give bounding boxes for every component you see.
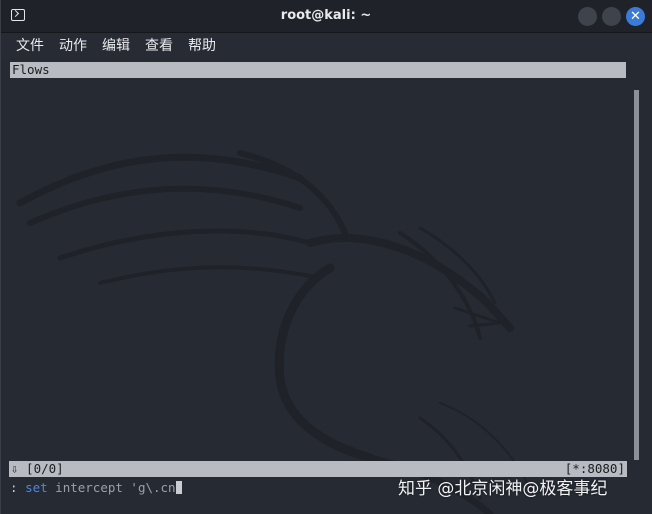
flow-count-status: ⇩ [0/0] [11,461,64,476]
window-border [0,0,1,514]
minimize-button[interactable] [578,7,597,26]
menu-item-edit[interactable]: 编辑 [102,35,130,55]
close-icon: ✕ [630,9,641,24]
command-prompt: : [10,480,26,495]
command-arguments: intercept 'g\.cn [47,480,176,495]
maximize-button[interactable] [602,7,621,26]
command-line[interactable]: : set intercept 'g\.cn [10,479,182,496]
menu-item-file[interactable]: 文件 [16,35,44,55]
text-cursor [175,481,182,494]
kali-dragon-watermark-icon [16,150,531,514]
command-keyword: set [25,480,48,495]
terminal-area[interactable]: Flows ⇩ [0/0] [*:8080] : set intercept '… [0,58,652,514]
flows-header: Flows [10,62,626,78]
menu-item-help[interactable]: 帮助 [188,35,216,55]
title-bar: root@kali: ~ ✕ [0,0,652,33]
close-button[interactable]: ✕ [626,7,645,26]
menu-bar: 文件 动作 编辑 查看 帮助 [0,33,652,57]
terminal-window: root@kali: ~ ✕ 文件 动作 编辑 查看 帮助 Flows ⇩ [0… [0,0,652,514]
site-watermark: 知乎 @北京闲神@极客事纪 [398,479,608,499]
menu-item-view[interactable]: 查看 [145,35,173,55]
menu-item-action[interactable]: 动作 [59,35,87,55]
window-title: root@kali: ~ [280,8,372,23]
scrollbar-thumb[interactable] [634,90,639,460]
